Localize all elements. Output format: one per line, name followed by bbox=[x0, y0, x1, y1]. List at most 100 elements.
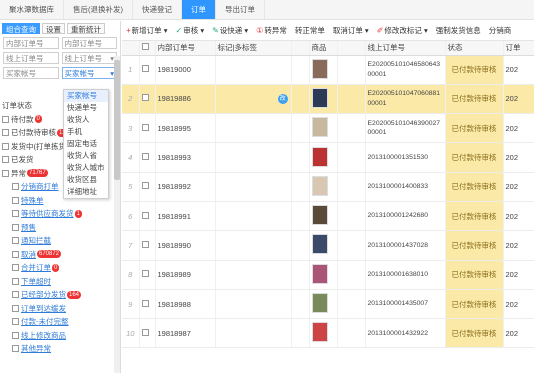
mark-cell[interactable]: 改 bbox=[215, 84, 292, 115]
product-thumb-cell[interactable] bbox=[309, 142, 338, 173]
tree-item[interactable]: 其他异常 bbox=[2, 342, 72, 356]
dropdown-option[interactable]: 收货人 bbox=[64, 114, 108, 126]
product-thumbnail[interactable] bbox=[311, 58, 328, 79]
column-header[interactable]: 内部订单号 bbox=[155, 41, 216, 56]
tree-item[interactable]: 已付款待审核12 bbox=[2, 126, 72, 140]
product-thumb-cell[interactable] bbox=[309, 113, 338, 144]
toolbar-button-4[interactable]: 转正常单 bbox=[291, 25, 329, 36]
product-thumbnail[interactable] bbox=[311, 87, 328, 108]
dropdown-option[interactable]: 固定电话 bbox=[64, 138, 108, 150]
checkbox[interactable] bbox=[2, 129, 9, 137]
buyer-account-input[interactable]: 买家帐号 bbox=[3, 67, 59, 79]
column-header[interactable] bbox=[139, 41, 156, 56]
row-checkbox[interactable] bbox=[141, 328, 149, 336]
product-thumb-cell[interactable] bbox=[309, 318, 338, 349]
row-checkbox[interactable] bbox=[141, 270, 149, 278]
tree-item[interactable]: 分销商打单 bbox=[2, 180, 72, 194]
column-header[interactable] bbox=[122, 41, 140, 56]
checkbox[interactable] bbox=[2, 142, 9, 150]
column-header[interactable] bbox=[337, 41, 366, 56]
checkbox[interactable] bbox=[12, 277, 19, 285]
mark-cell[interactable] bbox=[215, 172, 292, 202]
dropdown-option[interactable]: 详细地址 bbox=[64, 186, 108, 198]
product-thumbnail[interactable] bbox=[311, 146, 328, 167]
inner-order-select[interactable]: 内部订单号 bbox=[61, 37, 117, 49]
checkbox[interactable] bbox=[12, 304, 19, 312]
dropdown-option[interactable]: 收货人城市 bbox=[64, 162, 108, 174]
tree-item[interactable]: 发货中(打单拣货) bbox=[2, 140, 72, 154]
table-row[interactable]: 2 19819886 改 E20200510104706088100001 已付款待审核… bbox=[122, 84, 534, 115]
column-header[interactable]: 线上订单号 bbox=[365, 41, 446, 56]
checkbox[interactable] bbox=[2, 169, 9, 177]
product-thumb-cell[interactable] bbox=[309, 55, 338, 85]
dropdown-option[interactable]: 收货人省 bbox=[64, 150, 108, 162]
mark-cell[interactable] bbox=[215, 260, 292, 290]
table-row[interactable]: 7 19818990 2013100001437028 已付款待审核 202 bbox=[122, 230, 534, 261]
tab-0[interactable]: 聚水潭数据库 bbox=[0, 0, 64, 19]
product-thumbnail[interactable] bbox=[311, 234, 328, 255]
left-scrollbar[interactable] bbox=[114, 56, 120, 373]
checkbox[interactable] bbox=[12, 318, 19, 326]
tree-item[interactable]: 线上修改商品 bbox=[2, 329, 72, 343]
toolbar-button-8[interactable]: 分销商 bbox=[485, 25, 516, 36]
buyer-account-select[interactable]: 买家帐号 ▾ bbox=[61, 67, 117, 79]
checkbox[interactable] bbox=[12, 331, 19, 339]
dropdown-option[interactable]: 买家帐号 bbox=[64, 90, 108, 102]
product-thumbnail[interactable] bbox=[311, 175, 328, 196]
tab-3[interactable]: 订单 bbox=[182, 0, 216, 19]
table-row[interactable]: 8 19818989 2013100001638010 已付款待审核 202 bbox=[122, 260, 534, 290]
tree-item[interactable]: 已发货 bbox=[2, 153, 72, 167]
row-checkbox[interactable] bbox=[141, 123, 149, 131]
product-thumb-cell[interactable] bbox=[309, 84, 338, 115]
tree-item[interactable]: 合并订单 0 bbox=[2, 261, 72, 275]
inner-order-input[interactable]: 内部订单号 bbox=[3, 37, 59, 49]
table-row[interactable]: 4 19818993 2013100001351530 已付款待审核 202 bbox=[122, 142, 534, 173]
tree-item[interactable]: 特殊单 bbox=[2, 194, 72, 208]
recount-button[interactable]: 重新统计 bbox=[67, 22, 105, 34]
mark-cell[interactable] bbox=[215, 142, 292, 173]
mark-cell[interactable] bbox=[215, 55, 292, 85]
column-header[interactable]: 商品 bbox=[309, 41, 338, 56]
row-checkbox[interactable] bbox=[141, 299, 149, 307]
table-row[interactable]: 9 19818988 2013100001435007 已付款待审核 202 bbox=[122, 289, 534, 320]
column-header[interactable] bbox=[291, 41, 310, 56]
table-row[interactable]: 3 19818995 E20200510104639002700001 已付款待审核 2… bbox=[122, 113, 534, 144]
combined-search-button[interactable]: 组合查询 bbox=[2, 22, 40, 34]
row-select[interactable] bbox=[139, 260, 156, 290]
row-select[interactable] bbox=[139, 201, 156, 232]
tree-item[interactable]: 下单超时 bbox=[2, 275, 72, 289]
row-checkbox[interactable] bbox=[141, 65, 149, 73]
tree-item[interactable]: 待付款 0 bbox=[2, 113, 72, 127]
dropdown-option[interactable]: 收货区县 bbox=[64, 174, 108, 186]
tree-item[interactable]: 订单到达缓发 bbox=[2, 302, 72, 316]
tree-item[interactable]: 异常 71767 bbox=[2, 167, 72, 181]
mark-cell[interactable] bbox=[215, 289, 292, 320]
tree-item[interactable]: 等待供应商发货 1 bbox=[2, 207, 82, 221]
checkbox[interactable] bbox=[12, 237, 19, 245]
toolbar-button-2[interactable]: ✎ 设快递 ▾ bbox=[208, 25, 252, 36]
column-header[interactable]: 标记|多标签 bbox=[215, 41, 292, 56]
row-select[interactable] bbox=[139, 289, 156, 320]
column-header[interactable]: 订单 bbox=[503, 41, 534, 56]
mark-cell[interactable] bbox=[215, 318, 292, 349]
table-row[interactable]: 5 19818992 2013100001400833 已付款待审核 202 bbox=[122, 172, 534, 202]
product-thumbnail[interactable] bbox=[311, 117, 328, 138]
product-thumb-cell[interactable] bbox=[309, 260, 338, 290]
product-thumbnail[interactable] bbox=[311, 205, 328, 226]
table-row[interactable]: 10 19818987 2013100001432922 已付款待审核 202 bbox=[122, 318, 534, 349]
checkbox[interactable] bbox=[12, 183, 19, 191]
row-select[interactable] bbox=[139, 55, 156, 85]
checkbox[interactable] bbox=[2, 115, 9, 123]
tab-2[interactable]: 快递登记 bbox=[133, 0, 182, 19]
row-checkbox[interactable] bbox=[141, 153, 149, 161]
product-thumb-cell[interactable] bbox=[309, 289, 338, 320]
row-checkbox[interactable] bbox=[141, 211, 149, 219]
checkbox[interactable] bbox=[12, 345, 19, 353]
table-row[interactable]: 6 19818991 2013100001242680 已付款待审核 202 bbox=[122, 201, 534, 232]
tab-4[interactable]: 导出订单 bbox=[216, 0, 265, 19]
tab-1[interactable]: 售后(退换补发) bbox=[64, 0, 133, 19]
checkbox[interactable] bbox=[12, 250, 19, 258]
tree-item[interactable]: 订单状态 bbox=[2, 99, 72, 113]
row-select[interactable] bbox=[139, 230, 156, 261]
dropdown-option[interactable]: 手机 bbox=[64, 126, 108, 138]
